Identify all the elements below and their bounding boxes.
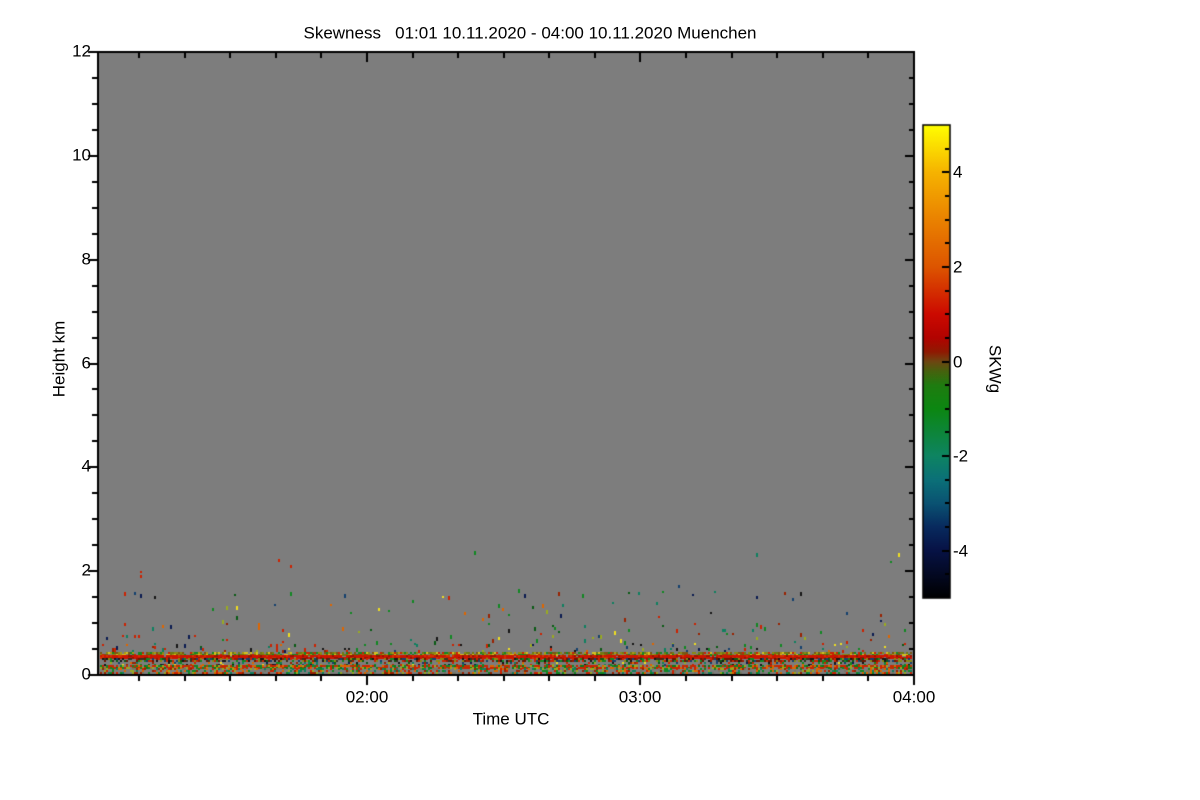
colorbar-label: SKWg [985,344,1005,394]
y-tick-label-6: 6 [81,353,91,373]
y-tick-label-10: 10 [72,145,91,165]
y-tick-label-0: 0 [81,664,91,684]
colorbar-tick-label--2: -2 [953,446,969,466]
x-axis-label: Time UTC [472,709,550,729]
colorbar-tick-label-0: 0 [953,352,963,372]
y-tick-label-8: 8 [81,249,91,269]
colorbar-tick-label--4: -4 [953,541,969,561]
colorbar-tick-label-2: 2 [953,257,963,277]
y-axis-label: Height km [49,320,69,398]
colorbar-tick-label-4: 4 [953,162,963,182]
y-tick-label-12: 12 [72,41,91,61]
x-tick-label-04:00: 04:00 [892,687,936,707]
x-tick-label-03:00: 03:00 [618,687,662,707]
skewness-quicklook-figure: Skewness 01:01 10.11.2020 - 04:00 10.11.… [0,0,1200,800]
heatmap-canvas [0,0,1200,800]
x-tick-label-02:00: 02:00 [345,687,389,707]
y-tick-label-2: 2 [81,560,91,580]
y-tick-label-4: 4 [81,456,91,476]
chart-title: Skewness 01:01 10.11.2020 - 04:00 10.11.… [303,23,757,43]
